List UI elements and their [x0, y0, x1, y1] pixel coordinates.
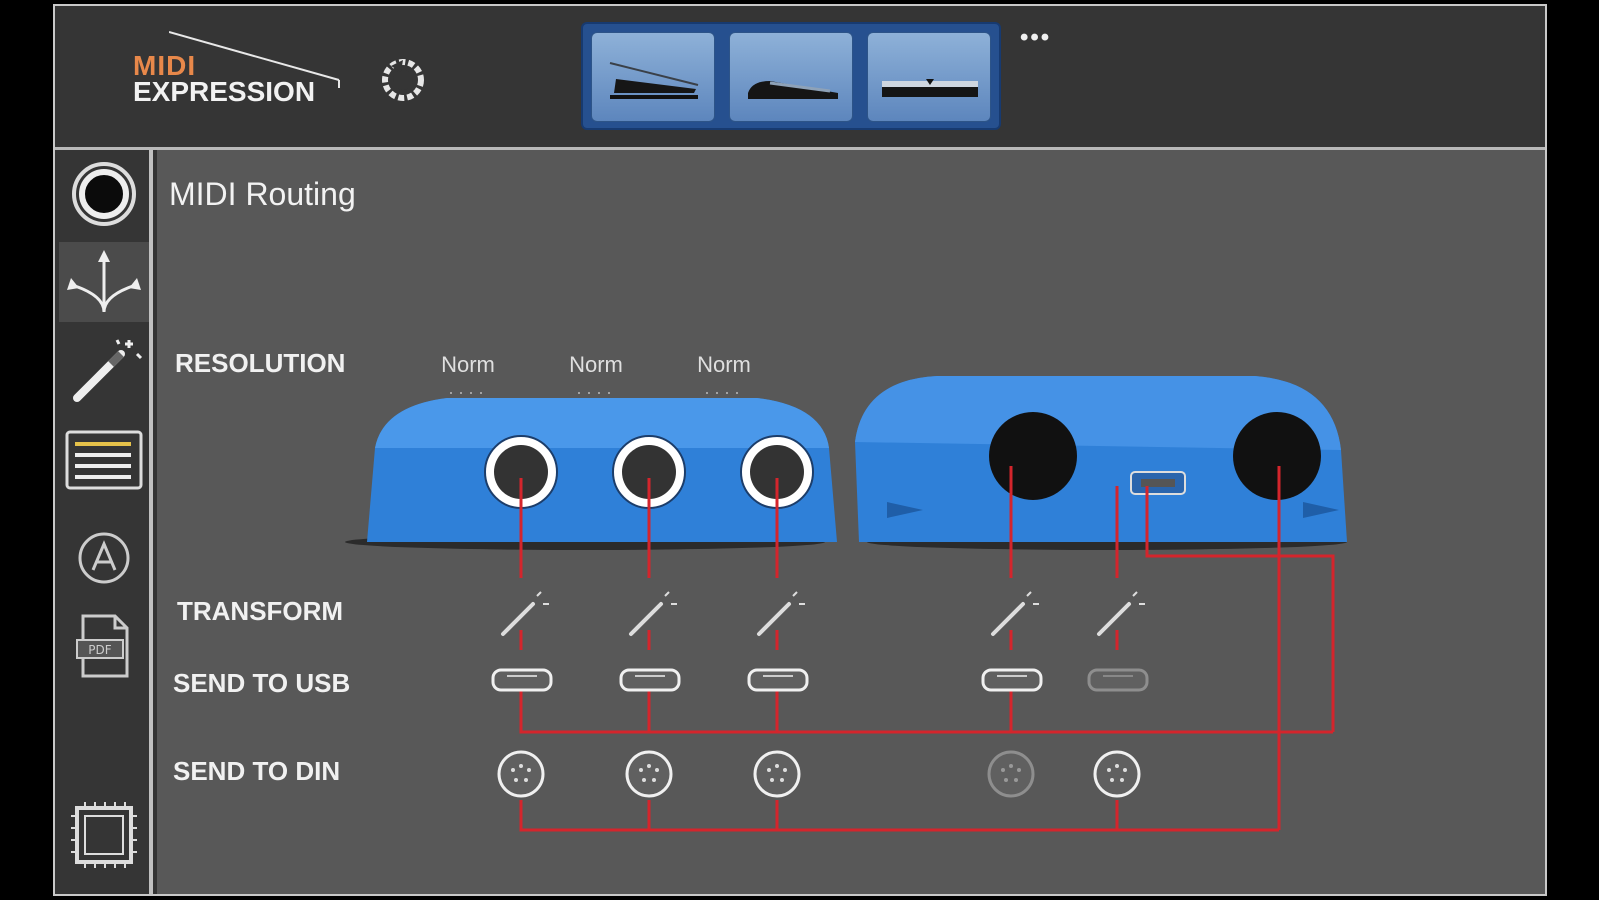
sidebar-item-transform[interactable]	[59, 330, 149, 410]
pedal-type-expression-button[interactable]	[591, 32, 715, 122]
sidebar-item-pdf[interactable]: PDF	[59, 606, 149, 686]
routing-arrows-icon	[67, 250, 141, 313]
transform-icons	[501, 602, 1131, 636]
sidebar-item-assign[interactable]	[59, 518, 149, 598]
expression-pedal-icon	[609, 62, 699, 99]
transform-wand-icon-1	[501, 602, 535, 636]
circle-jack-icon	[72, 162, 136, 226]
midi-routing-panel: MIDI Routing RESOLUTION TRANSFORM SEND T…	[157, 150, 1545, 894]
sidebar: PDF	[55, 150, 153, 894]
transform-wand-icon-3	[757, 602, 791, 636]
header-bar: MIDI EXPRESSION •••	[55, 6, 1545, 150]
pedal-type-sustain-button[interactable]	[729, 32, 853, 122]
din-toggle-1	[497, 750, 545, 798]
refresh-icon[interactable]	[377, 54, 429, 106]
transform-wand-icon-2	[629, 602, 663, 636]
usb-toggle-1	[491, 668, 553, 692]
transform-wand-icon-5	[1097, 602, 1131, 636]
sidebar-item-routing[interactable]	[59, 242, 149, 322]
more-options-button[interactable]: •••	[1020, 24, 1051, 52]
pdf-doc-icon: PDF	[76, 614, 129, 678]
sidebar-item-device[interactable]	[59, 796, 149, 876]
svg-text:PDF: PDF	[88, 643, 111, 657]
routing-diagram	[345, 376, 1347, 832]
app-logo: MIDI EXPRESSION	[133, 28, 353, 118]
send-to-usb-toggles	[491, 668, 1149, 692]
sidebar-item-jack[interactable]	[59, 154, 149, 234]
app-window: MIDI EXPRESSION ••• PDF MIDI Routing RES…	[53, 4, 1547, 896]
din-toggle-5	[1093, 750, 1141, 798]
magic-wand-icon	[73, 339, 143, 402]
usb-toggle-5	[1087, 668, 1149, 692]
send-to-din-toggles	[497, 750, 1141, 798]
pedal-type-selector	[581, 22, 1001, 130]
transform-wand-icon-4	[991, 602, 1025, 636]
midi-din-usb-device	[855, 376, 1347, 550]
a-circle-icon	[78, 532, 130, 584]
jack-input-device	[345, 398, 837, 550]
logo-expression-text: EXPRESSION	[133, 76, 316, 107]
din-toggle-2	[625, 750, 673, 798]
switch-pedal-icon	[882, 79, 978, 97]
din-toggle-4	[987, 750, 1035, 798]
sidebar-item-list[interactable]	[59, 420, 149, 500]
usb-toggle-2	[619, 668, 681, 692]
usb-toggle-4	[981, 668, 1043, 692]
usb-toggle-3	[747, 668, 809, 692]
din-toggle-3	[753, 750, 801, 798]
pedal-type-switch-button[interactable]	[867, 32, 991, 122]
list-lines-icon	[65, 430, 143, 490]
chip-icon	[71, 802, 137, 868]
sustain-pedal-icon	[748, 81, 838, 99]
